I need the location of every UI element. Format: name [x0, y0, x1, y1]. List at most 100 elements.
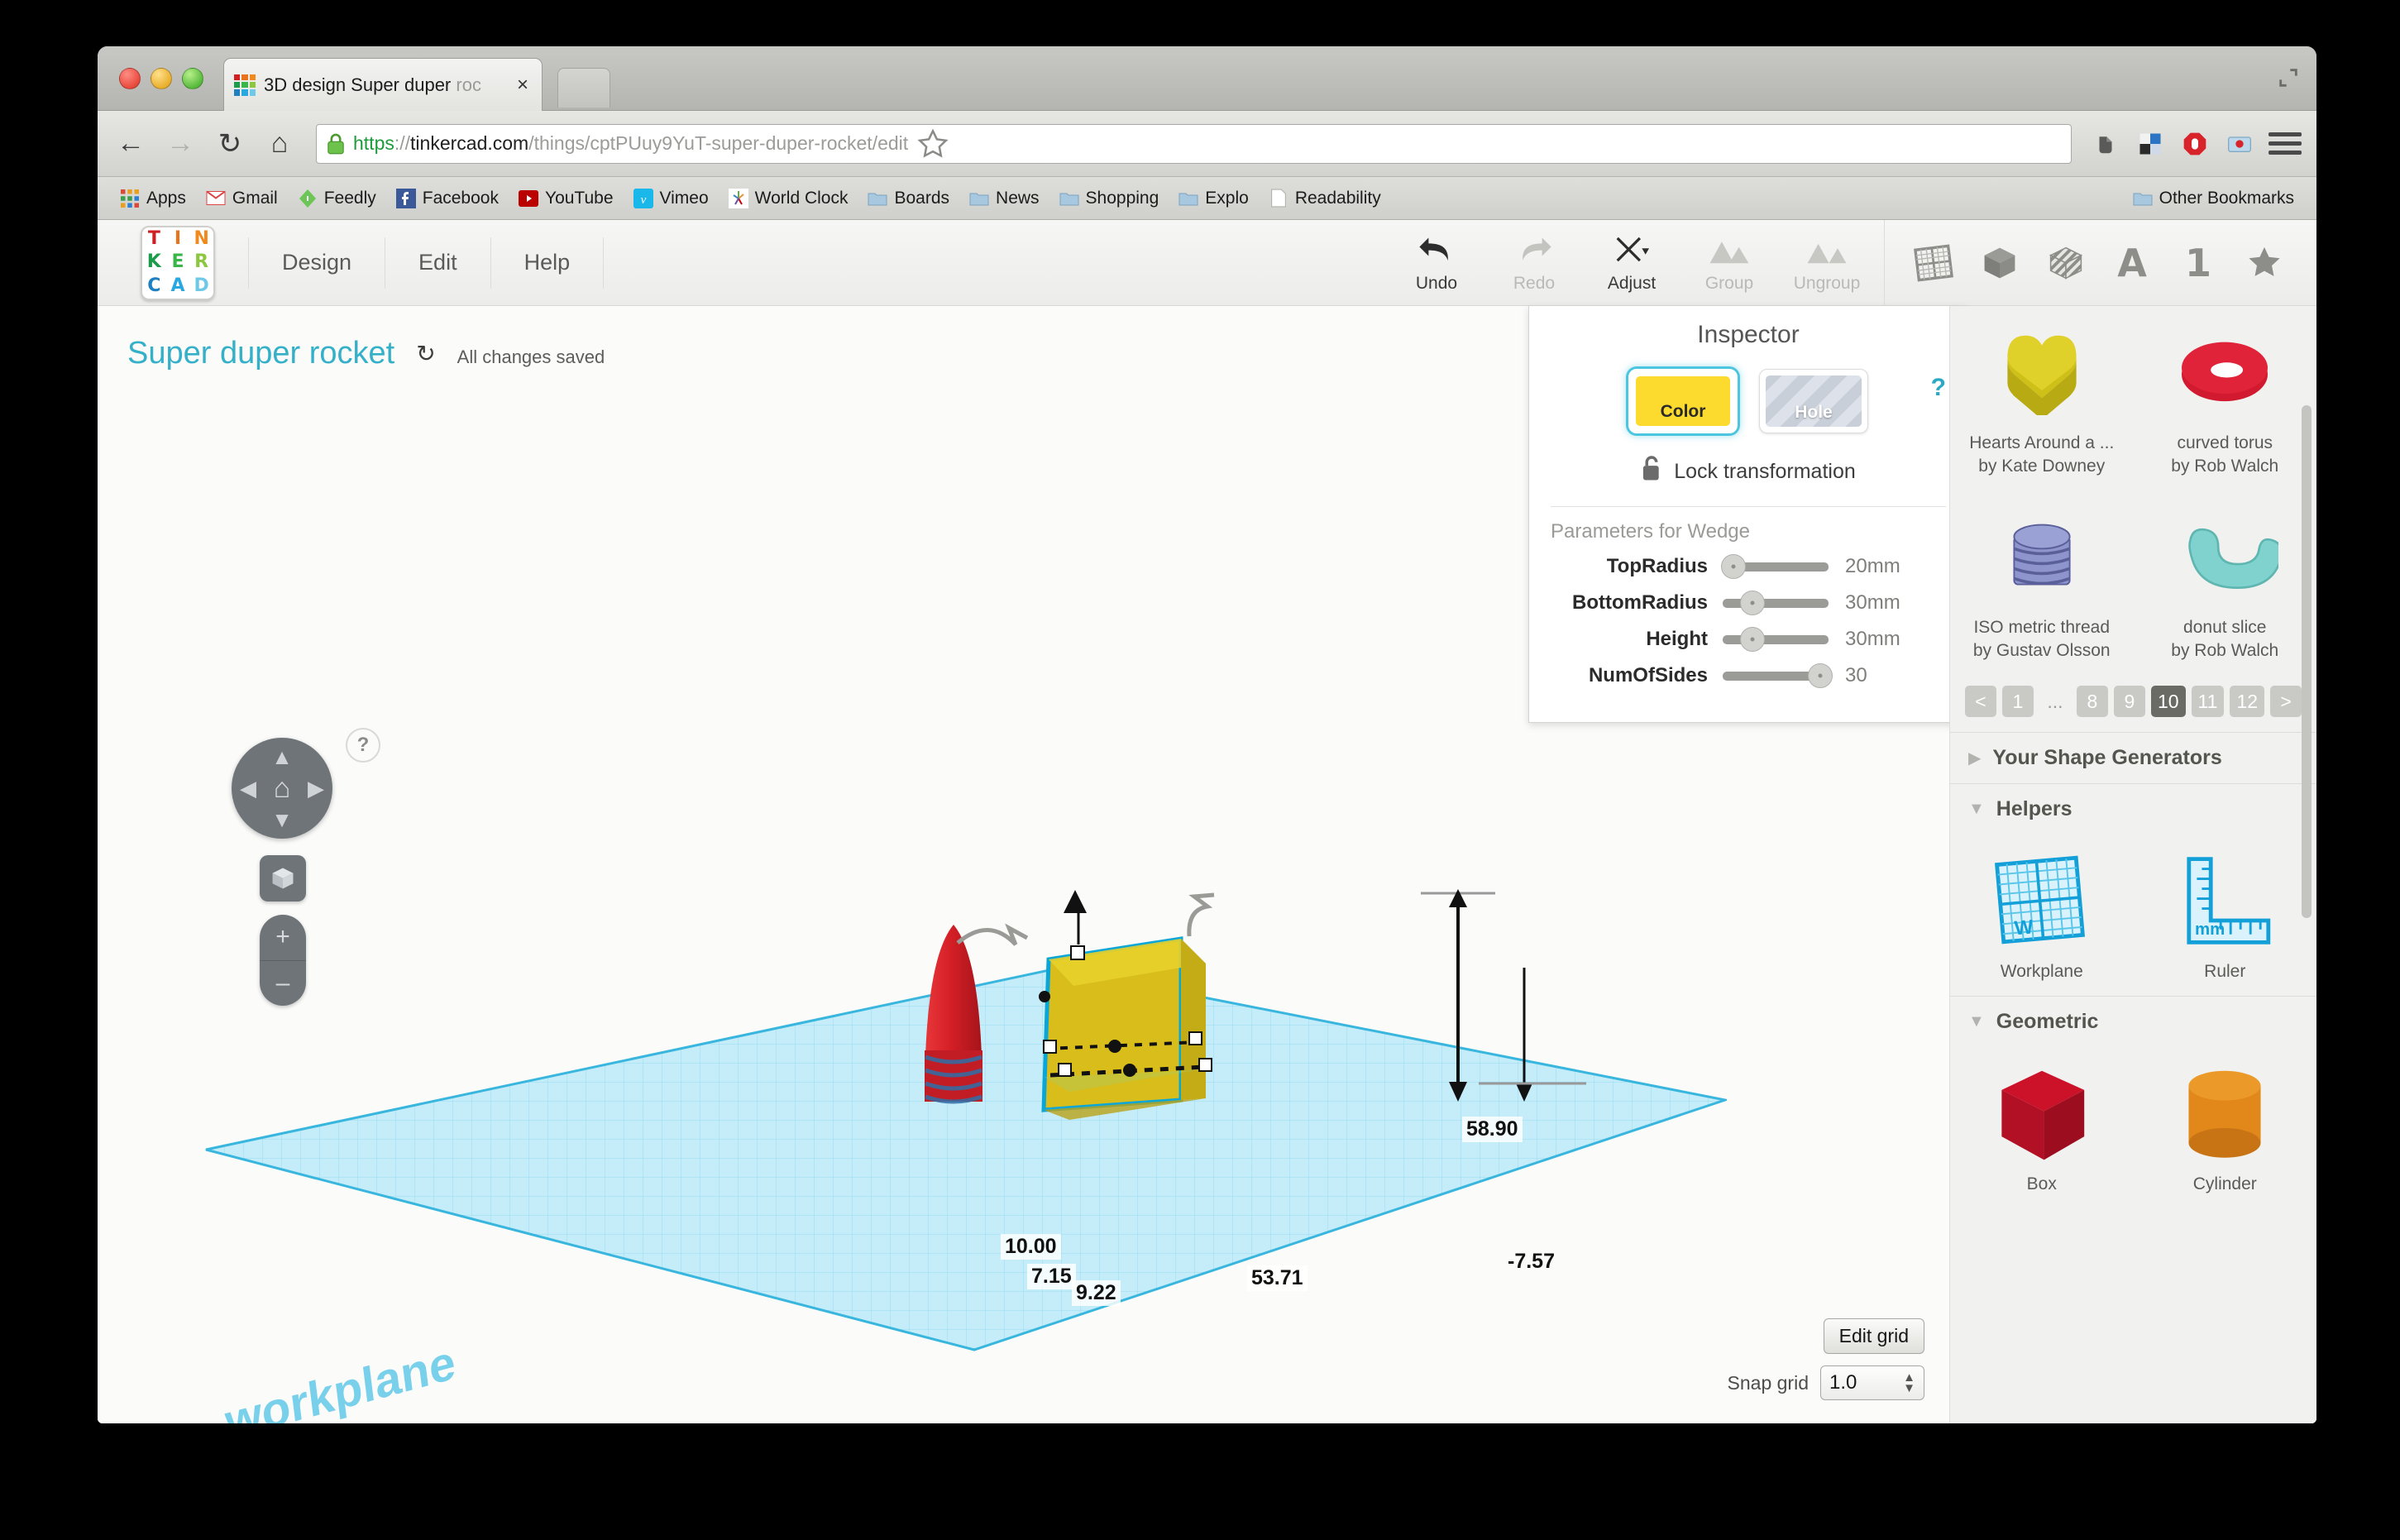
shape-card[interactable]: ISO metric thread by Gustav Olsson: [1950, 490, 2134, 675]
solid-cube-icon[interactable]: [1976, 239, 2024, 287]
expand-window-icon[interactable]: [2277, 66, 2300, 89]
view-down-icon[interactable]: ▼: [271, 809, 293, 830]
slider-thumb[interactable]: [1720, 554, 1746, 579]
hole-cube-icon[interactable]: [2042, 239, 2090, 287]
new-tab-button[interactable]: [557, 68, 610, 108]
bookmark-news[interactable]: News: [962, 186, 1047, 211]
page-title[interactable]: Super duper rocket: [127, 336, 394, 371]
workplane-grid-icon[interactable]: [1910, 239, 1958, 287]
inspector-help-icon[interactable]: ?: [1931, 374, 1946, 402]
section-header[interactable]: ▶ Your Shape Generators: [1950, 733, 2316, 783]
page-button[interactable]: 8: [2076, 686, 2108, 718]
page-button[interactable]: 9: [2113, 686, 2145, 718]
hole-swatch-button[interactable]: Hole: [1759, 369, 1868, 433]
adjust-button[interactable]: Adjust: [1583, 233, 1680, 294]
page-prev-button[interactable]: <: [1964, 686, 1996, 718]
address-bar[interactable]: https://tinkercad.com/things/cptPUuy9YuT…: [316, 123, 2072, 164]
section-header[interactable]: ▼ Helpers: [1950, 784, 2316, 835]
geometric-card[interactable]: Cylinder: [2134, 1047, 2317, 1208]
view-home-icon[interactable]: ⌂: [274, 774, 291, 802]
slider-thumb[interactable]: [1807, 663, 1833, 688]
page-button[interactable]: 12: [2230, 686, 2265, 718]
bookmark-readability[interactable]: Readability: [1261, 186, 1389, 211]
page-button[interactable]: 1: [2001, 686, 2034, 718]
window-close-button[interactable]: [119, 68, 141, 89]
pocket-extension-icon[interactable]: [2224, 128, 2255, 160]
page-icon: [1269, 189, 1288, 208]
bookmark-world-clock[interactable]: World Clock: [721, 186, 856, 211]
color-swatch-button[interactable]: Color: [1628, 369, 1738, 433]
ungroup-button[interactable]: Ungroup: [1778, 233, 1876, 294]
bookmark-youtube[interactable]: YouTube: [511, 186, 621, 211]
evernote-extension-icon[interactable]: [2090, 128, 2121, 160]
lock-transformation-row[interactable]: Lock transformation: [1551, 455, 1946, 488]
gmail-icon: [206, 189, 226, 208]
window-maximize-button[interactable]: [182, 68, 203, 89]
geometric-card[interactable]: Box: [1950, 1047, 2134, 1208]
bookmark-star-icon[interactable]: [916, 127, 949, 160]
back-button[interactable]: ←: [112, 126, 149, 162]
group-button[interactable]: Group: [1680, 233, 1778, 294]
browser-menu-icon[interactable]: [2269, 127, 2302, 160]
colorpicker-extension-icon[interactable]: [2135, 128, 2166, 160]
edit-grid-button[interactable]: Edit grid: [1823, 1318, 1924, 1354]
slider-thumb[interactable]: [1739, 591, 1765, 615]
bookmark-explo[interactable]: Explo: [1171, 186, 1256, 211]
page-button[interactable]: 11: [2191, 686, 2225, 718]
view-cube-button[interactable]: [260, 855, 306, 902]
bookmark-vimeo[interactable]: v Vimeo: [626, 186, 716, 211]
view-left-icon[interactable]: ◀: [240, 777, 256, 799]
menu-item-edit[interactable]: Edit: [385, 237, 491, 289]
shape-tool-group: A 1: [1884, 220, 2288, 306]
url-path: /things/cptPUuy9YuT-super-duper-rocket/e…: [528, 132, 909, 154]
shape-card[interactable]: Hearts Around a ... by Kate Downey: [1950, 306, 2134, 490]
view-up-icon[interactable]: ▲: [271, 746, 293, 768]
slider-thumb[interactable]: [1739, 627, 1765, 652]
logo-letter: T: [147, 227, 160, 249]
menu-item-help[interactable]: Help: [491, 237, 605, 289]
tinkercad-logo[interactable]: T I N K E R C A D: [141, 225, 215, 300]
redo-button[interactable]: Redo: [1485, 233, 1583, 294]
zoom-in-button[interactable]: +: [260, 915, 306, 961]
viewport-help-button[interactable]: ?: [346, 728, 380, 763]
text-a-icon[interactable]: A: [2108, 239, 2156, 287]
param-slider[interactable]: [1723, 627, 1829, 652]
bookmark-feedly[interactable]: Feedly: [290, 186, 384, 211]
undo-button[interactable]: Undo: [1388, 233, 1485, 294]
shape-card[interactable]: curved torus by Rob Walch: [2134, 306, 2317, 490]
bookmark-shopping[interactable]: Shopping: [1052, 186, 1167, 211]
bookmark-boards[interactable]: Boards: [860, 186, 957, 211]
svg-text:v: v: [640, 194, 646, 207]
home-button[interactable]: ⌂: [261, 126, 298, 162]
adblock-extension-icon[interactable]: [2179, 128, 2211, 160]
section-header[interactable]: ▼ Geometric: [1950, 997, 2316, 1047]
page-next-button[interactable]: >: [2270, 686, 2302, 718]
helper-card[interactable]: mm Ruler: [2134, 835, 2317, 995]
bookmark-apps[interactable]: Apps: [112, 186, 194, 211]
scene-objects[interactable]: [842, 885, 1818, 1348]
other-bookmarks-folder[interactable]: Other Bookmarks: [2125, 186, 2302, 211]
workplane-helper-icon: W: [1958, 848, 2125, 954]
close-icon[interactable]: ×: [514, 74, 532, 97]
browser-tab[interactable]: 3D design Super duper roc ×: [223, 58, 543, 111]
view-right-icon[interactable]: ▶: [308, 777, 324, 799]
page-button-active[interactable]: 10: [2150, 686, 2186, 718]
param-slider[interactable]: [1720, 554, 1829, 579]
menu-item-design[interactable]: Design: [249, 237, 386, 289]
shape-card[interactable]: donut slice by Rob Walch: [2134, 490, 2317, 675]
library-scrollbar[interactable]: [2302, 405, 2312, 918]
helper-card[interactable]: W Workplane: [1950, 835, 2134, 995]
param-slider[interactable]: [1723, 663, 1833, 688]
snap-grid-select[interactable]: 1.0 ▲ ▼: [1820, 1365, 1924, 1400]
section-your-shape-generators[interactable]: ▶ Your Shape Generators: [1950, 732, 2316, 783]
view-navigation-pad[interactable]: ▲ ▼ ◀ ▶ ⌂: [232, 738, 332, 839]
forward-button[interactable]: →: [162, 126, 198, 162]
window-minimize-button[interactable]: [151, 68, 172, 89]
param-value: 20mm: [1845, 555, 1900, 577]
bookmark-gmail[interactable]: Gmail: [198, 186, 285, 211]
star-icon[interactable]: [2240, 239, 2288, 287]
number-one-icon[interactable]: 1: [2174, 239, 2222, 287]
bookmark-facebook[interactable]: Facebook: [389, 186, 506, 211]
reload-button[interactable]: ↻: [212, 126, 248, 162]
param-slider[interactable]: [1723, 591, 1829, 615]
